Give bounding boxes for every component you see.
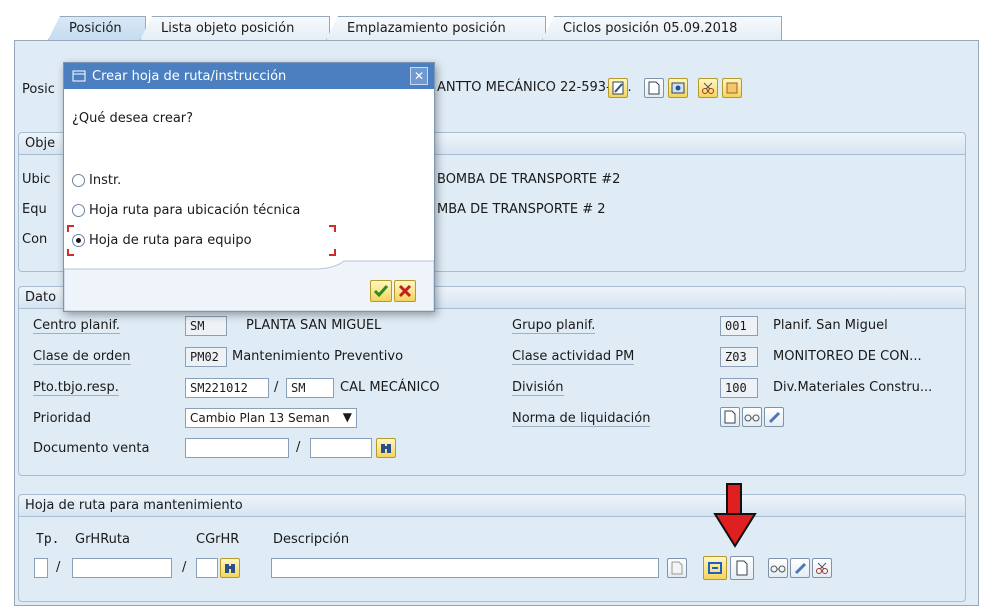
document-glasses-icon[interactable] [667, 558, 687, 578]
radio-instr[interactable]: Instr. [72, 173, 121, 188]
grhruta-column-header: GrHRuta [75, 532, 130, 547]
clase-orden-field[interactable]: PM02 [185, 347, 227, 367]
documento-venta-position-field[interactable] [310, 438, 372, 458]
focus-corner [67, 249, 74, 256]
pto-tbjo-separator: / [274, 380, 279, 395]
cancel-x-icon[interactable] [394, 280, 416, 302]
focus-corner [67, 225, 74, 232]
equipo-label: Equ [22, 202, 47, 217]
documento-venta-separator: / [296, 440, 301, 455]
tp-field[interactable] [34, 558, 48, 578]
equipo-description: MBA DE TRANSPORTE # 2 [437, 202, 606, 217]
conjunto-label: Con [22, 232, 48, 247]
radio-selected-dot [76, 238, 81, 243]
centro-planif-label: Centro planif. [33, 318, 121, 334]
cgrhr-field[interactable] [196, 558, 218, 578]
grhruta-field[interactable] [72, 558, 172, 578]
pto-tbjo-description: CAL MECÁNICO [340, 380, 440, 395]
binoculars-search-icon[interactable] [220, 558, 240, 578]
hoja-ruta-group: Hoja de ruta para mantenimiento [18, 494, 966, 602]
tab-lista-objeto[interactable]: Lista objeto posición [140, 16, 330, 40]
focus-corner [329, 249, 336, 256]
create-routing-dialog: Crear hoja de ruta/instrucción ✕ ¿Qué de… [63, 62, 435, 312]
clase-orden-label: Clase de orden [33, 349, 131, 365]
radio-hoja-equipo[interactable]: Hoja de ruta para equipo [72, 233, 252, 248]
radio-circle[interactable] [72, 174, 85, 187]
grhruta-separator: / [182, 560, 187, 575]
descripcion-column-header: Descripción [273, 532, 350, 547]
clase-orden-description: Mantenimiento Preventivo [232, 349, 404, 364]
prioridad-label: Prioridad [33, 411, 91, 426]
descripcion-field[interactable] [271, 558, 659, 578]
norma-liquidacion-label: Norma de liquidación [512, 411, 651, 427]
grupo-planif-description: Planif. San Miguel [773, 318, 888, 333]
tp-separator: / [56, 560, 61, 575]
division-description: Div.Materiales Constru... [773, 380, 933, 395]
focus-corner [329, 225, 336, 232]
pencil-edit-icon[interactable] [790, 558, 810, 578]
prioridad-select[interactable]: Cambio Plan 13 Seman ▼ [185, 408, 357, 428]
radio-circle[interactable] [72, 204, 85, 217]
tab-posicion[interactable]: Posición [48, 16, 146, 40]
dialog-body: ¿Qué desea crear? Instr. Hoja ruta para … [64, 89, 434, 311]
ubicacion-label: Ubic [22, 172, 51, 187]
posicion-label: Posic [22, 82, 55, 97]
radio-label: Instr. [89, 173, 122, 188]
grupo-planif-field[interactable]: 001 [720, 316, 758, 336]
documento-venta-label: Documento venta [33, 441, 150, 456]
position-description: ANTTO MECÁNICO 22-593-B... [437, 80, 632, 95]
radio-hoja-ubicacion[interactable]: Hoja ruta para ubicación técnica [72, 203, 300, 218]
pencil-edit-icon[interactable] [764, 407, 784, 427]
sap-screen: Posición Lista objeto posición Emplazami… [0, 0, 995, 611]
pto-tbjo-field[interactable]: SM221012 [185, 378, 269, 398]
red-arrow-annotation [713, 483, 757, 548]
chevron-down-icon[interactable]: ▼ [343, 410, 352, 424]
scroll-icon[interactable] [722, 78, 742, 98]
centro-planif-field[interactable]: SM [185, 316, 227, 336]
radio-circle[interactable] [72, 234, 85, 247]
confirm-check-icon[interactable] [370, 280, 392, 302]
clase-actividad-description: MONITOREO DE CON... [773, 349, 922, 364]
dialog-question: ¿Qué desea crear? [72, 111, 194, 126]
display-glasses-icon[interactable] [742, 407, 762, 427]
prioridad-value: Cambio Plan 13 Seman [190, 411, 330, 425]
radio-label: Hoja de ruta para equipo [89, 233, 252, 248]
grupo-planif-label: Grupo planif. [512, 318, 596, 334]
tp-column-header: Tp. [36, 532, 60, 547]
create-settlement-icon[interactable] [720, 407, 740, 427]
display-object-icon[interactable] [668, 78, 688, 98]
binoculars-search-icon[interactable] [376, 438, 396, 458]
assign-routing-icon[interactable] [703, 556, 727, 580]
radio-label: Hoja ruta para ubicación técnica [89, 203, 301, 218]
create-routing-icon[interactable] [730, 556, 754, 580]
tab-ciclos[interactable]: Ciclos posición 05.09.2018 [542, 16, 782, 40]
edit-long-text-icon[interactable] [608, 78, 628, 98]
division-label: División [512, 380, 564, 396]
hoja-ruta-group-title: Hoja de ruta para mantenimiento [19, 495, 965, 517]
dialog-titlebar: Crear hoja de ruta/instrucción [64, 63, 434, 89]
pto-tbjo-plant-field[interactable]: SM [286, 378, 334, 398]
scissors-icon[interactable] [812, 558, 832, 578]
tab-emplazamiento[interactable]: Emplazamiento posición [326, 16, 546, 40]
ubicacion-description: BOMBA DE TRANSPORTE #2 [437, 172, 621, 187]
close-icon[interactable]: ✕ [410, 67, 428, 85]
clase-actividad-field[interactable]: Z03 [720, 347, 758, 367]
cgrhr-column-header: CGrHR [196, 532, 240, 547]
dialog-title: Crear hoja de ruta/instrucción [92, 68, 287, 84]
documento-venta-field[interactable] [185, 438, 289, 458]
centro-planif-description: PLANTA SAN MIGUEL [246, 318, 382, 333]
pto-tbjo-label: Pto.tbjo.resp. [33, 380, 119, 396]
display-glasses-icon[interactable] [768, 558, 788, 578]
window-icon [72, 70, 86, 82]
clase-actividad-label: Clase actividad PM [512, 349, 635, 365]
scissors-icon[interactable] [698, 78, 718, 98]
division-field[interactable]: 100 [720, 378, 758, 398]
create-document-icon[interactable] [644, 78, 664, 98]
